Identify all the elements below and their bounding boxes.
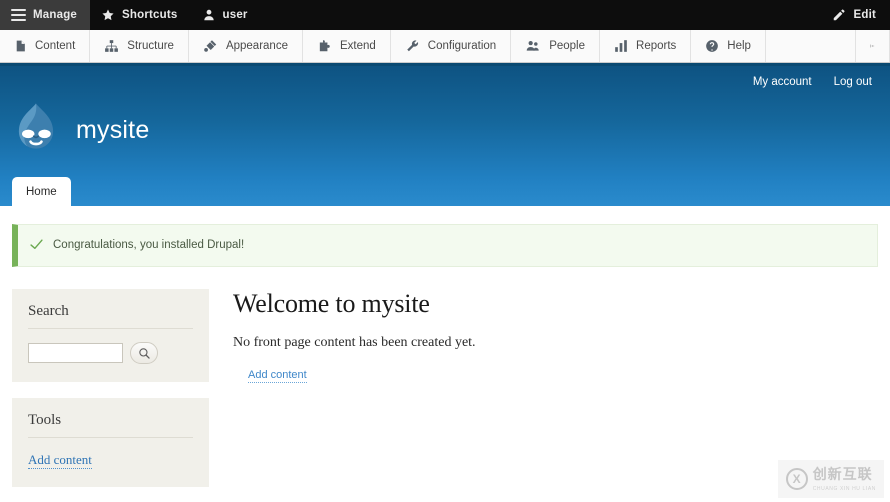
user-icon [202,8,216,22]
toolbar-tab-user[interactable]: user [191,0,261,30]
block-search: Search [12,289,209,382]
empty-front-page-text: No front page content has been created y… [233,335,476,350]
log-out-link[interactable]: Log out [834,76,872,88]
watermark-mark-icon: X [785,468,808,490]
status-message: Congratulations, you installed Drupal! [12,224,878,267]
admin-menu-item-people[interactable]: People [511,30,601,62]
toolbar-tab-user-label: user [222,9,248,21]
bar-chart-icon [614,39,628,53]
tab-home-label: Home [26,186,57,198]
page-title: Welcome to mysite [233,289,430,318]
toolbar-tab-manage-label: Manage [33,9,78,21]
toolbar-tab-manage[interactable]: Manage [0,0,91,30]
block-tools: Tools Add content [12,398,209,488]
admin-menu-item-extend[interactable]: Extend [303,30,391,62]
admin-menu-item-appearance-label: Appearance [225,40,288,52]
admin-menu-item-appearance[interactable]: Appearance [189,30,303,62]
admin-menu-item-reports[interactable]: Reports [600,30,692,62]
main-add-content-link[interactable]: Add content [248,368,307,384]
page-content: Congratulations, you installed Drupal! S… [0,224,890,502]
magnifier-icon [138,347,151,360]
search-submit-button[interactable] [130,342,158,364]
user-account-links: My account Log out [753,76,872,88]
admin-menu-spacer [766,30,856,62]
watermark-pinyin-text: CHUANG XIN HU LIAN [812,486,876,492]
admin-menu-item-content[interactable]: Content [0,30,91,62]
admin-menu-item-extend-label: Extend [339,40,376,52]
site-branding[interactable]: mysite [10,102,149,158]
toolbar-tab-shortcuts[interactable]: Shortcuts [90,0,190,30]
pencil-icon [832,8,846,22]
admin-menu-item-reports-label: Reports [636,40,677,52]
content-columns: Search Tools Add content Welcome to mysi… [12,289,878,502]
sidebar-first: Search Tools Add content [12,289,209,502]
site-header: My account Log out mysite Home [0,63,890,206]
admin-menu-item-content-label: Content [35,40,76,52]
toolbar-tab-shortcuts-label: Shortcuts [122,9,178,21]
status-message-text: Congratulations, you installed Drupal! [53,239,245,251]
block-tools-title: Tools [28,412,193,438]
toolbar-edit-button[interactable]: Edit [821,0,890,30]
file-icon [14,39,27,53]
admin-menu-item-configuration[interactable]: Configuration [391,30,512,62]
sidebar-add-content-link[interactable]: Add content [28,452,92,470]
checkmark-icon [30,238,43,252]
admin-menu-item-structure-label: Structure [127,40,174,52]
block-search-title: Search [28,303,193,329]
drupal-front-page: Manage Shortcuts user Edit Content Struc… [0,0,890,502]
main-add-content-wrap: Add content [233,365,868,384]
search-form [28,342,193,364]
people-icon [525,39,541,53]
wrench-icon [405,39,420,53]
tab-home[interactable]: Home [12,177,71,206]
admin-menu-bar: Content Structure Appearance Extend Conf… [0,30,890,63]
admin-menu-item-structure[interactable]: Structure [90,30,189,62]
watermark-chinese-text: 创新互联 [812,466,873,482]
sitemap-icon [104,39,119,53]
admin-menu-item-help-label: Help [727,40,751,52]
star-icon [101,8,115,22]
admin-menu-item-configuration-label: Configuration [427,40,497,52]
question-mark-icon [705,39,719,53]
paintbrush-icon [203,39,218,53]
watermark: X 创新互联 CHUANG XIN HU LIAN [777,460,884,498]
drupal-droplet-logo [10,102,62,158]
site-name: mysite [76,115,150,144]
toolbar-orientation-toggle-icon[interactable] [856,30,890,62]
admin-menu-item-help[interactable]: Help [691,30,766,62]
admin-toolbar: Manage Shortcuts user Edit [0,0,890,30]
watermark-text-group: 创新互联 CHUANG XIN HU LIAN [813,466,876,492]
search-input[interactable] [28,343,123,363]
hamburger-icon [11,9,26,21]
puzzle-piece-icon [317,39,332,53]
admin-menu-item-people-label: People [549,40,586,52]
toolbar-edit-label: Edit [853,9,876,21]
primary-tabs: Home [12,177,71,206]
my-account-link[interactable]: My account [753,76,812,88]
